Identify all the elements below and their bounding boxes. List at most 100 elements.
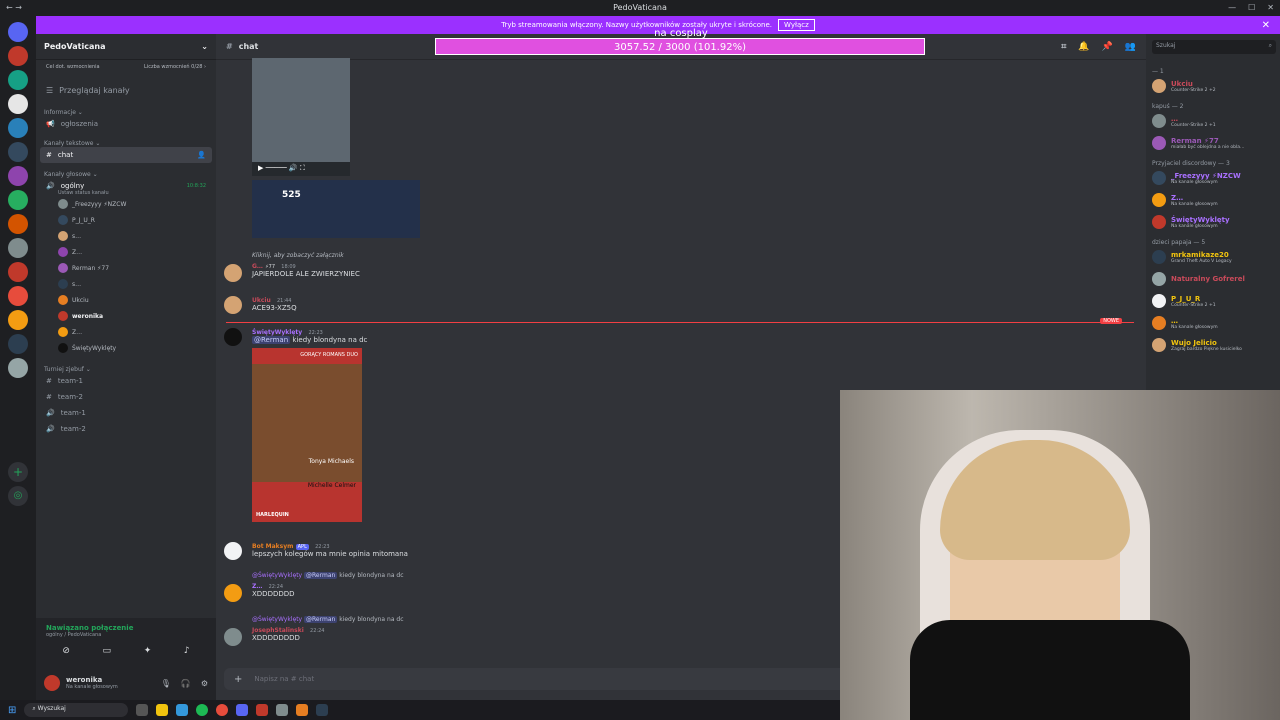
- server-icon[interactable]: [8, 166, 28, 186]
- maximize-button[interactable]: ☐: [1248, 0, 1255, 16]
- activities-icon[interactable]: ✦: [144, 646, 152, 656]
- voice-user[interactable]: _Freezyyy ⚡NZCW: [36, 196, 216, 212]
- add-member-icon[interactable]: 👤: [197, 151, 206, 159]
- avatar[interactable]: [224, 584, 242, 602]
- voice-user[interactable]: Rerman ⚡77: [36, 260, 216, 276]
- taskbar-search[interactable]: ⌕ Wyszukaj: [24, 703, 129, 717]
- avatar[interactable]: [224, 264, 242, 282]
- voice-user[interactable]: s…: [36, 228, 216, 244]
- server-icon[interactable]: [8, 238, 28, 258]
- boost-goal[interactable]: Cel dot. wzmocnienia Liczba wzmocnień 0/…: [36, 60, 216, 74]
- microphone-icon[interactable]: 🎙: [161, 679, 171, 688]
- app-icon[interactable]: [276, 704, 289, 716]
- server-header[interactable]: PedoVaticana ⌄: [36, 34, 216, 60]
- member-item[interactable]: Z… Na kanale głosowym: [1152, 189, 1274, 211]
- server-icon[interactable]: [8, 118, 28, 138]
- voice-user[interactable]: ŚwiętyWyklęty: [36, 340, 216, 356]
- author-name[interactable]: Ukciu: [252, 297, 271, 304]
- voice-user[interactable]: Z…: [36, 324, 216, 340]
- member-item[interactable]: Ukciu Counter-Strike 2 +2: [1152, 75, 1274, 97]
- server-icon[interactable]: [8, 142, 28, 162]
- avatar[interactable]: [224, 296, 242, 314]
- channel-team-2[interactable]: # team-2: [36, 389, 216, 405]
- members-icon[interactable]: 👥: [1125, 42, 1136, 52]
- video-attachment[interactable]: ▶ ───── 🔊 ⛶: [252, 58, 350, 176]
- threads-icon[interactable]: ⌗: [1061, 42, 1066, 52]
- voice-user[interactable]: Z…: [36, 244, 216, 260]
- member-item[interactable]: … Na kanale głosowym: [1152, 312, 1274, 334]
- member-item[interactable]: _Freezyyy ⚡NZCW Na kanale głosowym: [1152, 167, 1274, 189]
- discord-home-icon[interactable]: [8, 22, 28, 42]
- member-item[interactable]: Wujo Jelicio Zagraj bardzo Piękne kusicie…: [1152, 334, 1274, 356]
- member-item[interactable]: mrkamikaze20 Grand Theft Auto V Legacy: [1152, 246, 1274, 268]
- server-icon[interactable]: [8, 334, 28, 354]
- voice-user[interactable]: s…: [36, 276, 216, 292]
- avatar[interactable]: [224, 542, 242, 560]
- server-icon[interactable]: [8, 70, 28, 90]
- search-input[interactable]: Szukaj ⌕: [1152, 40, 1276, 54]
- member-item[interactable]: ŚwiętyWyklęty Na kanale głosowym: [1152, 211, 1274, 233]
- category-info[interactable]: Informacje ⌄: [36, 109, 216, 116]
- soundboard-icon[interactable]: ♪: [184, 646, 190, 656]
- close-button[interactable]: ✕: [1267, 0, 1274, 16]
- voice-user[interactable]: weronika: [36, 308, 216, 324]
- reply-preview[interactable]: Kliknij, aby zobaczyć załącznik: [252, 252, 1104, 262]
- server-icon[interactable]: [8, 358, 28, 378]
- minimize-button[interactable]: —: [1228, 0, 1236, 16]
- discord-icon[interactable]: [236, 704, 249, 716]
- app-icon[interactable]: [256, 704, 269, 716]
- task-view-icon[interactable]: [136, 704, 149, 716]
- avatar[interactable]: [224, 628, 242, 646]
- pin-icon[interactable]: 📌: [1102, 42, 1113, 52]
- member-item[interactable]: Naturalny Gofrerel: [1152, 268, 1274, 290]
- server-icon[interactable]: [8, 286, 28, 306]
- member-item[interactable]: … Counter-Strike 2 +1: [1152, 110, 1274, 132]
- channel-chat[interactable]: # chat 👤: [40, 147, 212, 163]
- voice-user[interactable]: P_J_U_R: [36, 212, 216, 228]
- server-icon[interactable]: [8, 94, 28, 114]
- add-server-icon[interactable]: +: [8, 462, 28, 482]
- obs-icon[interactable]: [316, 704, 329, 716]
- author-name[interactable]: JosephStalinski: [252, 627, 304, 634]
- channel-voice-team-2[interactable]: 🔊 team-2: [36, 421, 216, 437]
- chrome-icon[interactable]: [216, 704, 229, 716]
- brave-icon[interactable]: [296, 704, 309, 716]
- store-icon[interactable]: [176, 704, 189, 716]
- close-icon[interactable]: ✕: [1262, 20, 1270, 31]
- avatar[interactable]: [44, 675, 60, 691]
- avatar[interactable]: [224, 328, 242, 346]
- plus-icon[interactable]: +: [234, 674, 242, 685]
- member-item[interactable]: P_J_U_R Counter-Strike 2 +1: [1152, 290, 1274, 312]
- member-item[interactable]: Rerman ⚡77 miałab być oblejdna a nie obla…: [1152, 132, 1274, 154]
- screen-share-icon[interactable]: ▭: [103, 646, 112, 656]
- channel-voice-team-1[interactable]: 🔊 team-1: [36, 405, 216, 421]
- author-name[interactable]: ŚwiętyWyklęty: [252, 329, 302, 336]
- category-voice[interactable]: Kanały głosowe ⌄: [36, 171, 216, 178]
- notifications-icon[interactable]: 🔔: [1078, 42, 1089, 52]
- headphones-icon[interactable]: 🎧: [181, 679, 191, 688]
- author-name[interactable]: G…: [252, 263, 263, 270]
- game-image-attachment[interactable]: 525: [252, 180, 420, 238]
- discover-icon[interactable]: ◎: [8, 486, 28, 506]
- server-icon[interactable]: [8, 262, 28, 282]
- server-icon[interactable]: [8, 310, 28, 330]
- server-icon[interactable]: [8, 214, 28, 234]
- user-mention[interactable]: @Rerman: [252, 336, 291, 344]
- spotify-icon[interactable]: [196, 704, 209, 716]
- category-tourney[interactable]: Turniej zjebuf ⌄: [36, 366, 216, 373]
- category-text[interactable]: Kanały tekstowe ⌄: [36, 140, 216, 147]
- gear-icon[interactable]: ⚙: [201, 679, 208, 688]
- voice-user[interactable]: Ukciu: [36, 292, 216, 308]
- browse-channels[interactable]: ☰ Przeglądaj kanały: [36, 86, 216, 95]
- camera-off-icon[interactable]: ⊘: [62, 646, 70, 656]
- windows-start-icon[interactable]: ⊞: [8, 705, 16, 716]
- server-icon[interactable]: [8, 190, 28, 210]
- server-icon[interactable]: [8, 46, 28, 66]
- author-name[interactable]: Bot Maksym: [252, 543, 293, 550]
- channel-team-1[interactable]: # team-1: [36, 373, 216, 389]
- back-icon[interactable]: ← →: [6, 0, 22, 16]
- channel-announcements[interactable]: 📢 ogłoszenia: [36, 116, 216, 132]
- connection-location[interactable]: ogólny / PedoVaticana: [46, 632, 206, 638]
- author-name[interactable]: Z…: [252, 583, 262, 590]
- file-explorer-icon[interactable]: [156, 704, 169, 716]
